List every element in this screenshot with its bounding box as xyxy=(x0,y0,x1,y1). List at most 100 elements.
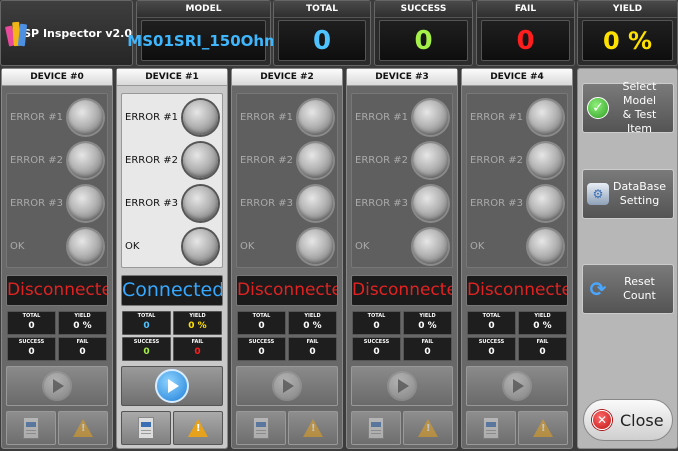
indicator-label: OK xyxy=(240,240,255,252)
indicator-lamp xyxy=(413,228,448,264)
indicator-row-error2: ERROR #2 xyxy=(237,139,337,181)
stat-success: SUCCESS 0 xyxy=(467,337,516,361)
stat-yield: YIELD 0 % xyxy=(58,311,107,335)
connection-status: Disconnected xyxy=(466,275,568,306)
log-button[interactable] xyxy=(466,411,516,445)
database-label-line1: DataBase xyxy=(612,180,667,193)
play-icon xyxy=(272,371,302,401)
indicator-lamp xyxy=(413,185,448,221)
start-test-button[interactable] xyxy=(466,366,568,406)
app-logo-area: TSP Inspector v2.0 xyxy=(0,0,133,66)
model-box: MODEL MS01SRI_150Ohm xyxy=(127,0,280,66)
reset-count-button[interactable]: ⟳ Reset Count xyxy=(582,264,674,314)
warning-button[interactable]: ! xyxy=(403,411,453,445)
start-test-button[interactable] xyxy=(351,366,453,406)
stat-yield-value: 0 % xyxy=(303,321,322,331)
log-button[interactable] xyxy=(6,411,56,445)
warning-button[interactable]: ! xyxy=(173,411,223,445)
indicator-row-ok: OK xyxy=(7,225,107,267)
stat-total-value: 0 xyxy=(28,321,35,331)
stat-total-label: TOTAL xyxy=(482,313,501,319)
stat-success-label: SUCCESS xyxy=(478,339,505,345)
stat-yield-value: 0 % xyxy=(188,321,207,331)
close-label: Close xyxy=(620,410,664,430)
start-test-button[interactable] xyxy=(236,366,338,406)
stat-total-label: TOTAL xyxy=(22,313,41,319)
select-model-button[interactable]: ✓ Select Model & Test Item xyxy=(582,80,674,135)
indicator-row-error1: ERROR #1 xyxy=(237,96,337,138)
indicator-row-error1: ERROR #1 xyxy=(467,96,567,138)
stat-total-value: 0 xyxy=(373,321,380,331)
indicator-row-ok: OK xyxy=(237,225,337,267)
indicator-label: OK xyxy=(470,240,485,252)
device-tool-buttons: ! xyxy=(466,411,568,445)
connection-status: Disconnected xyxy=(6,275,108,306)
log-button[interactable] xyxy=(351,411,401,445)
stat-fail-label: FAIL xyxy=(421,339,434,345)
database-setting-button[interactable]: ⚙ DataBase Setting xyxy=(582,169,674,219)
stat-success-label: SUCCESS xyxy=(18,339,45,345)
reset-label-line2: Count xyxy=(623,289,656,302)
stat-fail-value: 0 xyxy=(424,347,431,357)
fail-box: FAIL 0 xyxy=(476,0,575,66)
stat-success-label: SUCCESS xyxy=(363,339,390,345)
indicator-row-error2: ERROR #2 xyxy=(7,139,107,181)
total-box: TOTAL 0 xyxy=(273,0,371,66)
indicator-row-error2: ERROR #2 xyxy=(467,139,567,181)
device-title: DEVICE #1 xyxy=(117,69,227,86)
stat-total: TOTAL 0 xyxy=(122,311,171,335)
select-model-label-line1: Select Model xyxy=(622,80,657,107)
indicator-label: ERROR #3 xyxy=(125,197,178,209)
stat-total: TOTAL 0 xyxy=(7,311,56,335)
stat-fail: FAIL 0 xyxy=(173,337,222,361)
indicator-label: ERROR #1 xyxy=(355,111,408,123)
success-box: SUCCESS 0 xyxy=(374,0,473,66)
stat-fail-label: FAIL xyxy=(536,339,549,345)
indicator-row-error3: ERROR #3 xyxy=(352,182,452,224)
warning-button[interactable]: ! xyxy=(518,411,568,445)
warning-button[interactable]: ! xyxy=(288,411,338,445)
stat-total: TOTAL 0 xyxy=(467,311,516,335)
indicator-lamp xyxy=(68,99,103,135)
play-icon xyxy=(502,371,532,401)
total-label: TOTAL xyxy=(274,1,370,18)
indicator-row-error1: ERROR #1 xyxy=(352,96,452,138)
indicator-label: ERROR #2 xyxy=(355,154,408,166)
start-test-button[interactable] xyxy=(121,366,223,406)
device-title: DEVICE #2 xyxy=(232,69,342,86)
fail-label: FAIL xyxy=(477,1,574,18)
device-tool-buttons: ! xyxy=(351,411,453,445)
indicator-label: ERROR #3 xyxy=(240,197,293,209)
stat-yield-label: YIELD xyxy=(74,313,91,319)
stat-yield-label: YIELD xyxy=(534,313,551,319)
document-icon xyxy=(23,417,39,439)
device-tool-buttons: ! xyxy=(121,411,223,445)
device-title: DEVICE #4 xyxy=(462,69,572,86)
stat-fail-label: FAIL xyxy=(306,339,319,345)
log-button[interactable] xyxy=(236,411,286,445)
warning-icon: ! xyxy=(303,419,323,437)
stat-total: TOTAL 0 xyxy=(237,311,286,335)
indicator-row-error3: ERROR #3 xyxy=(467,182,567,224)
warning-icon: ! xyxy=(533,419,553,437)
warning-button[interactable]: ! xyxy=(58,411,108,445)
close-icon: ✕ xyxy=(592,410,612,430)
indicator-label: ERROR #3 xyxy=(355,197,408,209)
start-test-button[interactable] xyxy=(6,366,108,406)
model-value: MS01SRI_150Ohm xyxy=(127,20,280,61)
play-icon xyxy=(155,369,189,403)
indicator-lamp xyxy=(528,228,563,264)
stat-fail-value: 0 xyxy=(539,347,546,357)
stat-success-label: SUCCESS xyxy=(133,339,160,345)
connection-status: Disconnected xyxy=(236,275,338,306)
close-button[interactable]: ✕ Close xyxy=(583,399,673,441)
connection-status: Disconnected xyxy=(351,275,453,306)
stat-fail-value: 0 xyxy=(309,347,316,357)
indicator-row-error2: ERROR #2 xyxy=(122,139,222,181)
select-model-label-line2: & Test Item xyxy=(622,108,657,135)
stat-yield-label: YIELD xyxy=(304,313,321,319)
log-button[interactable] xyxy=(121,411,171,445)
indicator-lamp xyxy=(183,228,218,264)
indicator-label: OK xyxy=(355,240,370,252)
yield-value: 0 % xyxy=(582,20,673,61)
